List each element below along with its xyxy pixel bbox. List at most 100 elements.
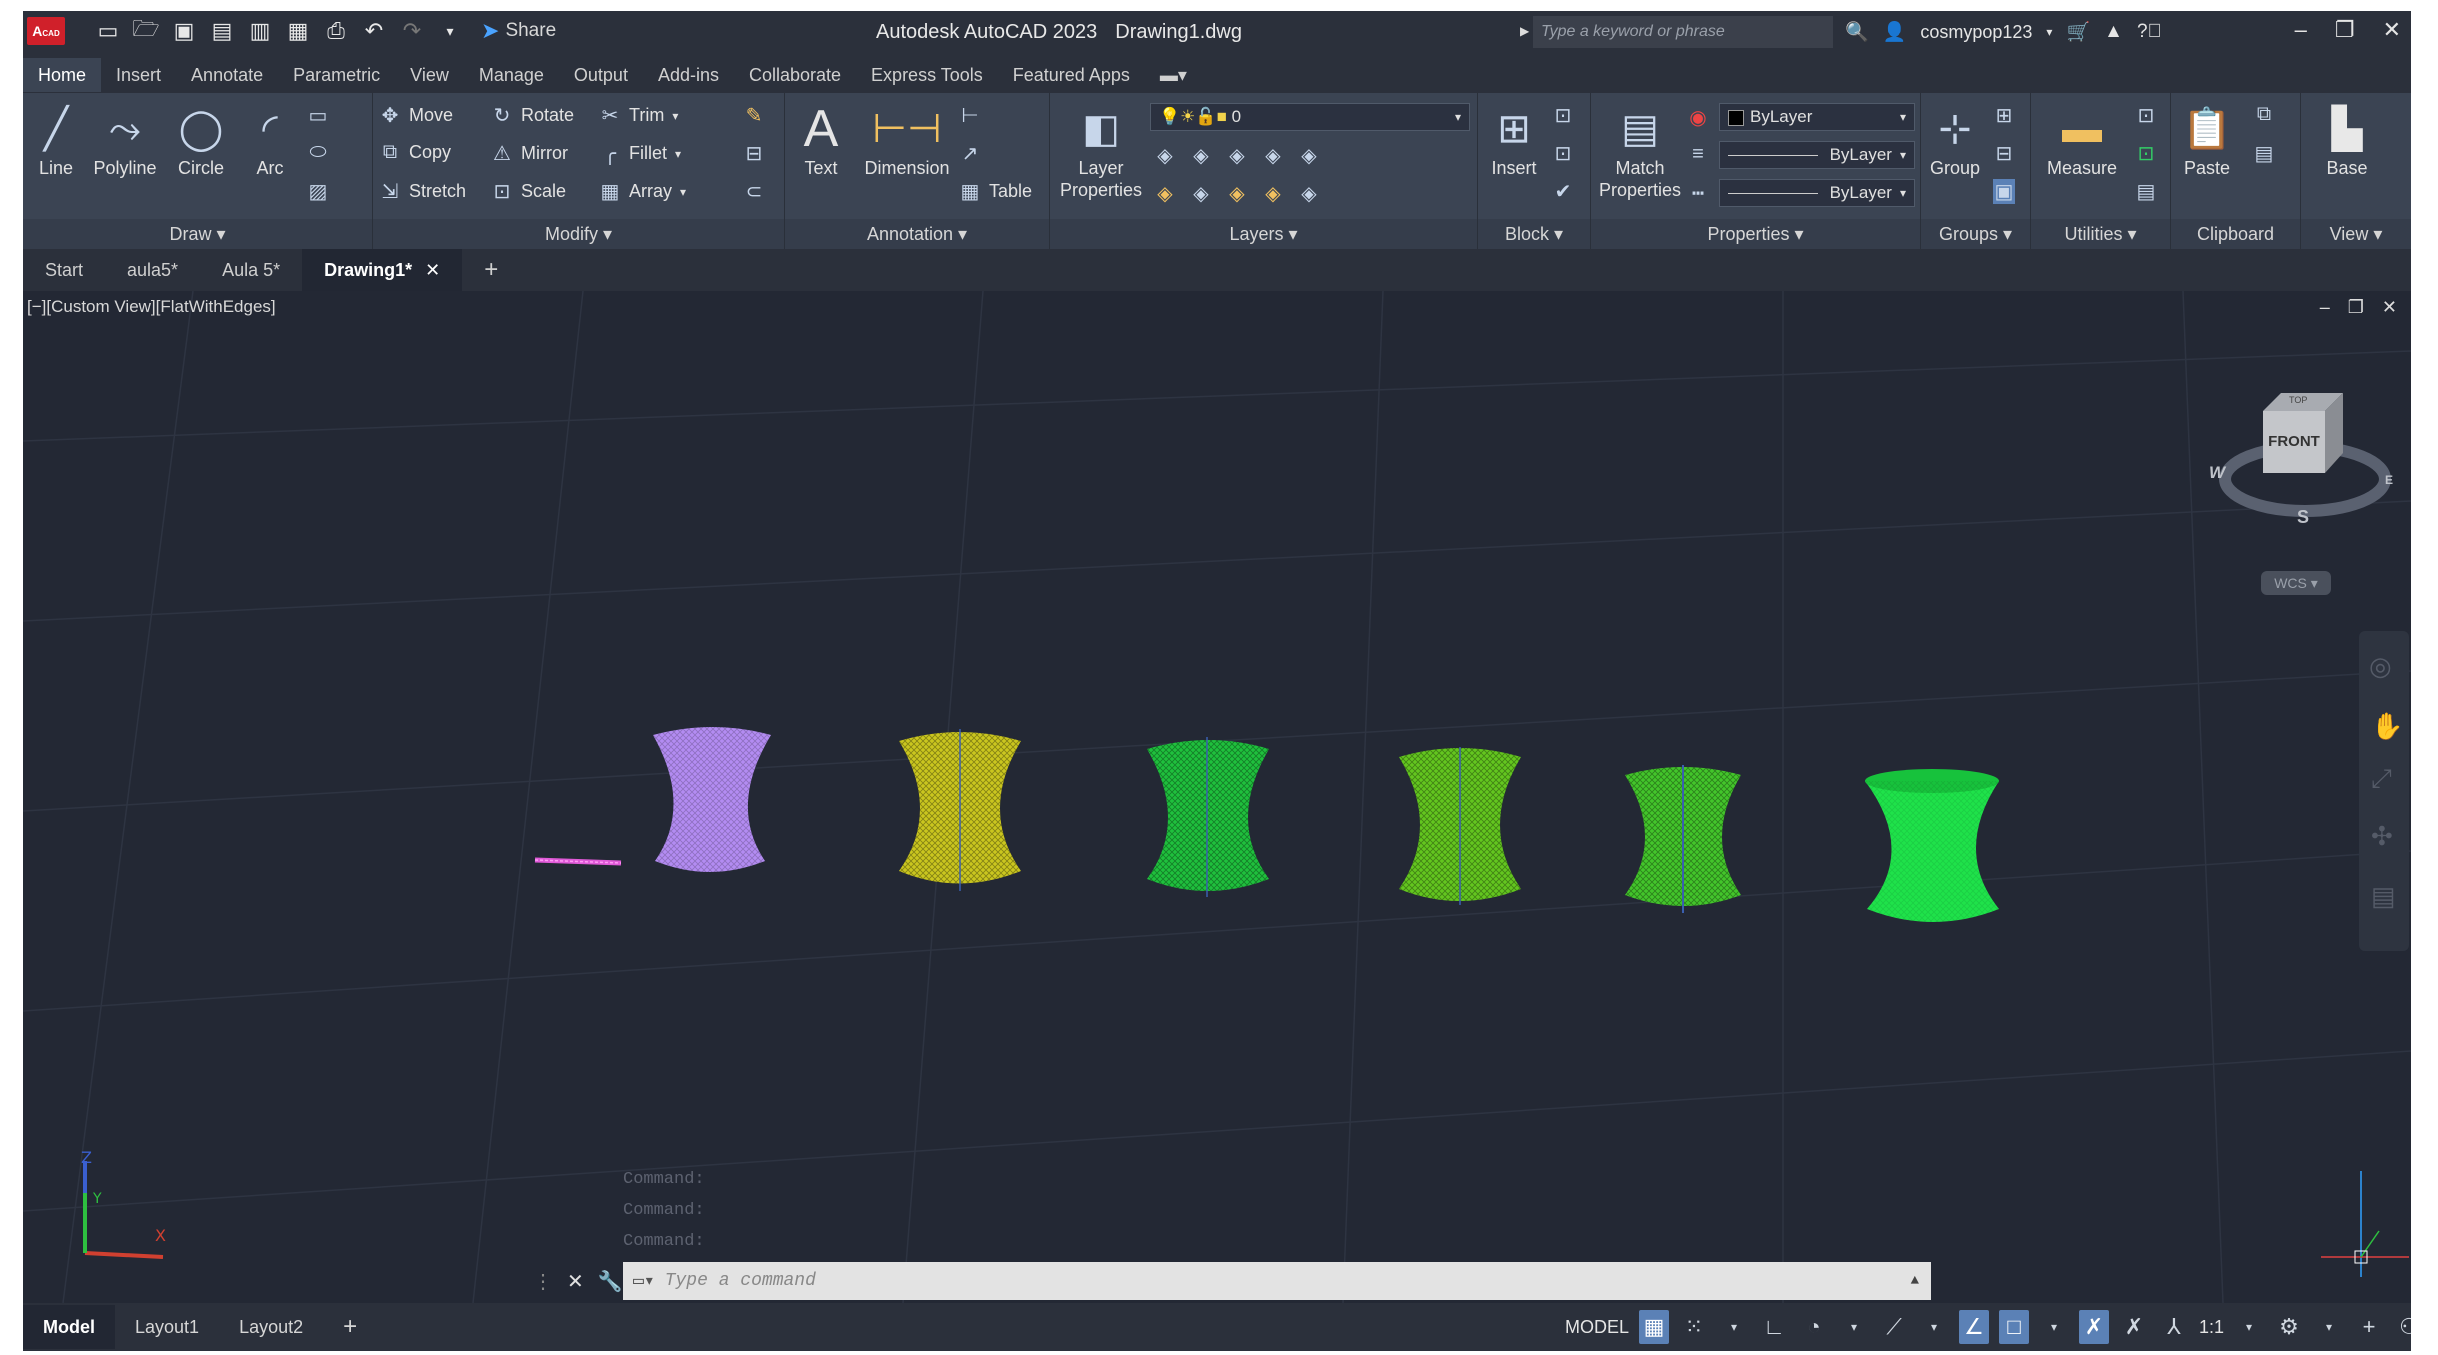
annotation-monitor-icon[interactable]: +: [2354, 1310, 2384, 1344]
publish-icon[interactable]: ▥: [247, 18, 273, 44]
workspace-toggle-icon[interactable]: ▬▾: [1145, 58, 1202, 92]
compass-west[interactable]: W: [2209, 463, 2225, 483]
arc-button[interactable]: ◜ Arc: [245, 101, 295, 179]
showmotion-icon[interactable]: ▤: [2371, 881, 2396, 912]
annotation-visibility-icon[interactable]: ✗: [2079, 1310, 2110, 1344]
command-prompt-icon[interactable]: ▭▾: [633, 1270, 655, 1292]
grid-toggle-icon[interactable]: ▦: [1639, 1310, 1670, 1344]
layout-tab-layout1[interactable]: Layout1: [115, 1305, 219, 1349]
measure-button[interactable]: ▬ Measure: [2037, 101, 2127, 179]
tab-add-ins[interactable]: Add-ins: [643, 58, 734, 92]
steering-wheel-icon[interactable]: ◎: [2369, 651, 2392, 682]
hyperboloid-green-1[interactable]: [1147, 737, 1269, 897]
hyperboloid-yellow[interactable]: [899, 729, 1021, 891]
polyline-button[interactable]: ⤳ Polyline: [85, 101, 165, 179]
select-all-button[interactable]: ⊡: [2135, 141, 2157, 166]
viewcube-front-face[interactable]: FRONT: [2263, 433, 2325, 450]
tab-featured-apps[interactable]: Featured Apps: [998, 58, 1145, 92]
ellipse-button[interactable]: ⬭: [307, 141, 329, 164]
trim-chevron-icon[interactable]: ▾: [672, 109, 678, 123]
rectangle-button[interactable]: ▭: [307, 103, 329, 128]
osnap-chevron-icon[interactable]: ▾: [2039, 1310, 2069, 1344]
close-tab-icon[interactable]: ✕: [425, 260, 440, 280]
search-icon[interactable]: 🔍: [1845, 20, 1869, 44]
edit-block-button[interactable]: ⊡: [1552, 141, 1574, 166]
lineweight-dropdown[interactable]: ByLayer ▾: [1719, 141, 1915, 169]
zoom-extents-icon[interactable]: ⤢: [2371, 763, 2392, 795]
tab-view[interactable]: View: [395, 58, 464, 92]
erase-button[interactable]: ✎: [743, 103, 765, 128]
model-viewport[interactable]: Z Y X FRONT TOP W S E WCS ▾ [−][Custom V…: [23, 291, 2411, 1303]
color-dropdown[interactable]: ByLayer ▾: [1719, 103, 1915, 131]
autodesk-app-icon[interactable]: ▲: [2104, 21, 2123, 43]
layer-isolate-icon[interactable]: ◈: [1190, 143, 1212, 168]
command-close-icon[interactable]: ✕: [567, 1269, 584, 1294]
scale-button[interactable]: ⊡ Scale: [491, 179, 566, 204]
app-logo-button[interactable]: ACAD: [27, 17, 65, 45]
hyperboloid-green-yellow[interactable]: [1399, 747, 1521, 905]
hatch-button[interactable]: ▨: [307, 179, 329, 204]
viewcube-top-face[interactable]: TOP: [2289, 395, 2307, 405]
layout-tab-layout2[interactable]: Layout2: [219, 1305, 323, 1349]
drawing-canvas[interactable]: Z Y X: [23, 291, 2411, 1303]
layer-freeze-icon[interactable]: ◈: [1226, 143, 1248, 168]
array-chevron-icon[interactable]: ▾: [680, 185, 686, 199]
doc-tab-aula-5[interactable]: Aula 5*: [200, 249, 302, 291]
redo-icon[interactable]: ↷: [399, 18, 425, 44]
new-tab-icon[interactable]: +: [462, 249, 520, 291]
help-icon[interactable]: ?⃝: [2137, 21, 2162, 43]
small-pink-object[interactable]: [534, 857, 622, 866]
annotation-panel-title[interactable]: Annotation ▾: [785, 219, 1049, 249]
viewcube[interactable]: [2219, 393, 2391, 517]
group-selection-button[interactable]: ▣: [1993, 179, 2015, 204]
snap-chevron-icon[interactable]: ▾: [1719, 1310, 1749, 1344]
snap-mode-icon[interactable]: ⁙: [1679, 1310, 1709, 1344]
move-button[interactable]: ✥ Move: [379, 103, 453, 128]
properties-panel-title[interactable]: Properties ▾: [1591, 219, 1920, 249]
linetype-icon[interactable]: ┅: [1687, 181, 1709, 206]
model-space-toggle[interactable]: MODEL: [1565, 1317, 1629, 1338]
annotation-scale-value[interactable]: 1:1: [2199, 1317, 2224, 1338]
layer-make-current-icon[interactable]: ◈: [1298, 143, 1320, 168]
user-name[interactable]: cosmypop123: [1920, 22, 2032, 43]
fillet-chevron-icon[interactable]: ▾: [675, 147, 681, 161]
layer-properties-button[interactable]: ◧ Layer Properties: [1056, 101, 1146, 201]
layer-match-icon[interactable]: ◈: [1154, 181, 1176, 206]
groups-panel-title[interactable]: Groups ▾: [1921, 219, 2030, 249]
wcs-menu[interactable]: WCS ▾: [2261, 571, 2331, 595]
tab-annotate[interactable]: Annotate: [176, 58, 278, 92]
cart-icon[interactable]: 🛒: [2066, 20, 2090, 44]
object-snap-icon[interactable]: □: [1999, 1310, 2030, 1344]
share-button[interactable]: ➤ Share: [481, 18, 556, 44]
command-input[interactable]: ▭▾ Type a command ▲: [623, 1262, 1931, 1300]
orbit-icon[interactable]: ✣: [2371, 821, 2393, 852]
search-expand-icon[interactable]: ▶: [1520, 24, 1529, 38]
draw-panel-title[interactable]: Draw ▾: [23, 219, 372, 249]
layer-off-icon[interactable]: ◈: [1154, 143, 1176, 168]
pan-icon[interactable]: ✋: [2371, 711, 2403, 742]
view-panel-title[interactable]: View ▾: [2301, 219, 2411, 249]
tab-collaborate[interactable]: Collaborate: [734, 58, 856, 92]
line-button[interactable]: ╱ Line: [31, 101, 81, 179]
layer-dropdown[interactable]: 💡☀🔓■ 0 ▾: [1150, 103, 1470, 131]
clipboard-panel-title[interactable]: Clipboard: [2171, 219, 2300, 249]
compass-east[interactable]: E: [2385, 473, 2393, 487]
doc-tab-aula5[interactable]: aula5*: [105, 249, 200, 291]
hyperboloid-green-solid[interactable]: [1865, 769, 1999, 922]
linetype-dropdown[interactable]: ByLayer ▾: [1719, 179, 1915, 207]
calculator-button[interactable]: ▤: [2135, 179, 2157, 204]
layer-merge-icon[interactable]: ◈: [1298, 181, 1320, 206]
restore-icon[interactable]: ❐: [2335, 17, 2355, 43]
command-customize-icon[interactable]: 🔧: [598, 1269, 623, 1294]
tab-express-tools[interactable]: Express Tools: [856, 58, 998, 92]
array-button[interactable]: ▦ Array ▾: [599, 179, 687, 204]
leader-button[interactable]: ↗: [959, 141, 981, 166]
fillet-button[interactable]: ╭ Fillet ▾: [599, 141, 681, 166]
hyperboloid-green-2[interactable]: [1625, 765, 1741, 913]
print-icon[interactable]: ⎙: [323, 18, 349, 44]
auto-scale-icon[interactable]: ✗: [2119, 1310, 2149, 1344]
user-chevron-icon[interactable]: ▾: [2046, 25, 2052, 39]
layer-unisolate-icon[interactable]: ◈: [1262, 181, 1284, 206]
user-icon[interactable]: 👤: [1883, 20, 1907, 44]
workspace-chevron-icon[interactable]: ▾: [2314, 1310, 2344, 1344]
